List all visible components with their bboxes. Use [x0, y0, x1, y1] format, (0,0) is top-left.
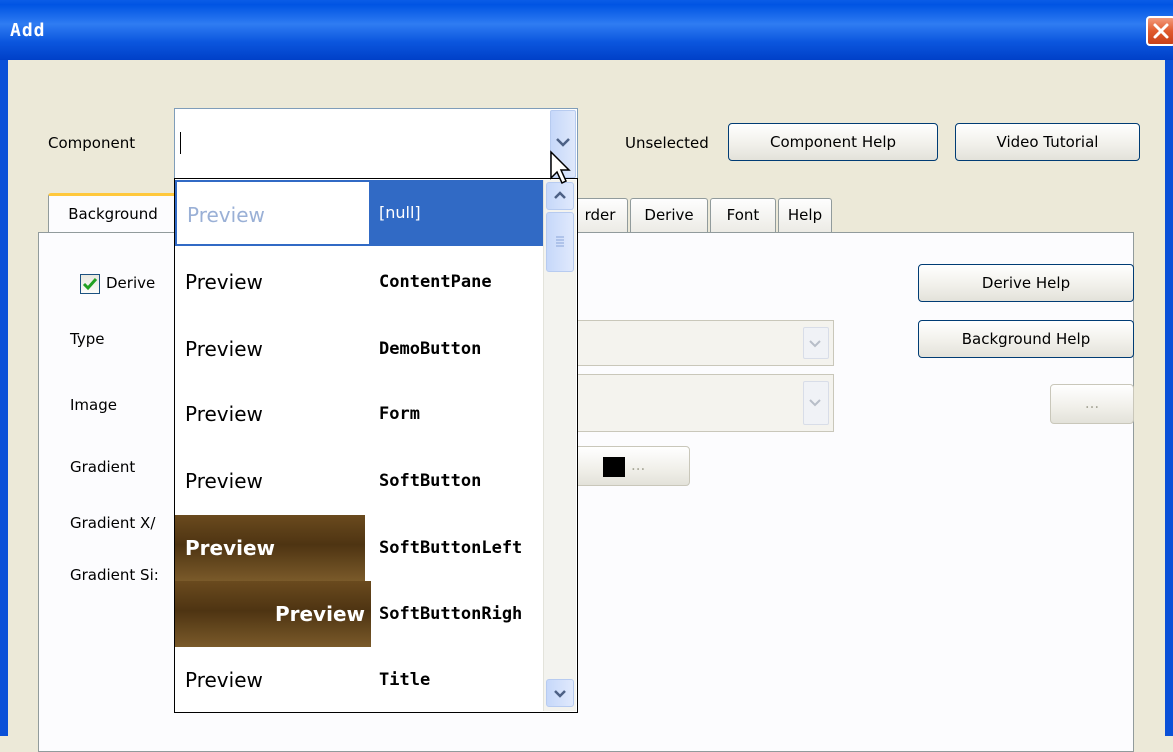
image-browse-button[interactable]: ... — [1050, 384, 1134, 424]
component-combobox[interactable] — [174, 108, 578, 180]
gradient-color-button[interactable]: ... — [560, 446, 690, 486]
chevron-down-icon — [554, 690, 566, 698]
tab-background[interactable]: Background — [48, 193, 178, 233]
text-caret — [180, 132, 181, 154]
list-item-name: [null] — [379, 203, 421, 222]
window-border-right — [1165, 60, 1173, 736]
scroll-down-button[interactable] — [546, 679, 574, 707]
list-item-preview: Preview — [185, 270, 263, 294]
image-label: Image — [70, 396, 117, 414]
gradient-size-label: Gradient Si: — [70, 566, 159, 584]
scroll-thumb[interactable] — [546, 212, 574, 272]
mouse-cursor — [549, 150, 573, 190]
chevron-down-icon — [809, 340, 821, 348]
image-select-arrow — [803, 381, 829, 425]
gradient-color-swatch — [603, 457, 625, 477]
list-item-preview: Preview — [175, 581, 371, 647]
list-item-preview: Preview — [185, 469, 263, 493]
background-help-button[interactable]: Background Help — [918, 320, 1134, 358]
gradient-label: Gradient — [70, 458, 136, 476]
image-select[interactable] — [560, 374, 834, 432]
type-label: Type — [70, 330, 105, 348]
list-item-name: SoftButtonLeft — [379, 538, 523, 558]
component-label: Component — [48, 134, 136, 152]
list-item-preview: Preview — [175, 515, 365, 581]
list-item-preview: Preview — [175, 180, 371, 246]
list-item[interactable]: Preview Title — [175, 647, 544, 712]
list-item-preview: Preview — [185, 668, 263, 692]
title-bar: Add — [0, 0, 1173, 60]
tab-border[interactable]: rder — [572, 198, 628, 232]
list-item-name: Form — [379, 404, 420, 424]
derive-label: Derive — [106, 274, 156, 292]
tab-font[interactable]: Font — [710, 198, 776, 232]
scroll-grip-icon — [556, 236, 564, 247]
gradient-xy-label: Gradient X/ — [70, 514, 156, 532]
list-item-preview: Preview — [185, 402, 263, 426]
type-select[interactable] — [560, 320, 834, 366]
dropdown-scrollbar[interactable] — [543, 180, 576, 711]
mouse-cursor-icon — [550, 150, 571, 185]
chevron-down-icon — [809, 399, 821, 407]
window-title: Add — [10, 20, 46, 41]
gradient-color-ellipsis: ... — [631, 456, 646, 474]
selection-status: Unselected — [625, 134, 709, 152]
list-item[interactable]: Preview DemoButton — [175, 316, 544, 382]
component-help-button[interactable]: Component Help — [728, 123, 938, 161]
list-item[interactable]: Preview SoftButtonLeft — [175, 515, 544, 581]
list-item-name: SoftButton — [379, 471, 482, 491]
list-item[interactable]: Preview Form — [175, 381, 544, 447]
tab-derive[interactable]: Derive — [630, 198, 708, 232]
window-border-left — [0, 60, 8, 736]
list-item[interactable]: Preview [null] — [175, 180, 544, 246]
derive-checkbox[interactable] — [80, 274, 100, 294]
list-item-name: DemoButton — [379, 339, 482, 359]
list-item[interactable]: Preview ContentPane — [175, 249, 544, 315]
type-select-arrow — [803, 327, 829, 359]
component-dropdown-list[interactable]: Preview [null] Preview ContentPane Previ… — [174, 178, 578, 713]
list-item-name: ContentPane — [379, 272, 492, 292]
list-item-name: SoftButtonRigh — [379, 604, 523, 624]
list-item[interactable]: Preview SoftButton — [175, 448, 544, 514]
derive-help-button[interactable]: Derive Help — [918, 264, 1134, 302]
close-button[interactable] — [1146, 16, 1173, 46]
video-tutorial-button[interactable]: Video Tutorial — [955, 123, 1140, 161]
close-icon — [1153, 23, 1169, 39]
checkmark-icon — [82, 278, 98, 291]
list-item-preview: Preview — [185, 337, 263, 361]
tab-help[interactable]: Help — [778, 198, 832, 232]
list-item-name: Title — [379, 670, 431, 690]
list-item[interactable]: Preview SoftButtonRigh — [175, 581, 544, 647]
